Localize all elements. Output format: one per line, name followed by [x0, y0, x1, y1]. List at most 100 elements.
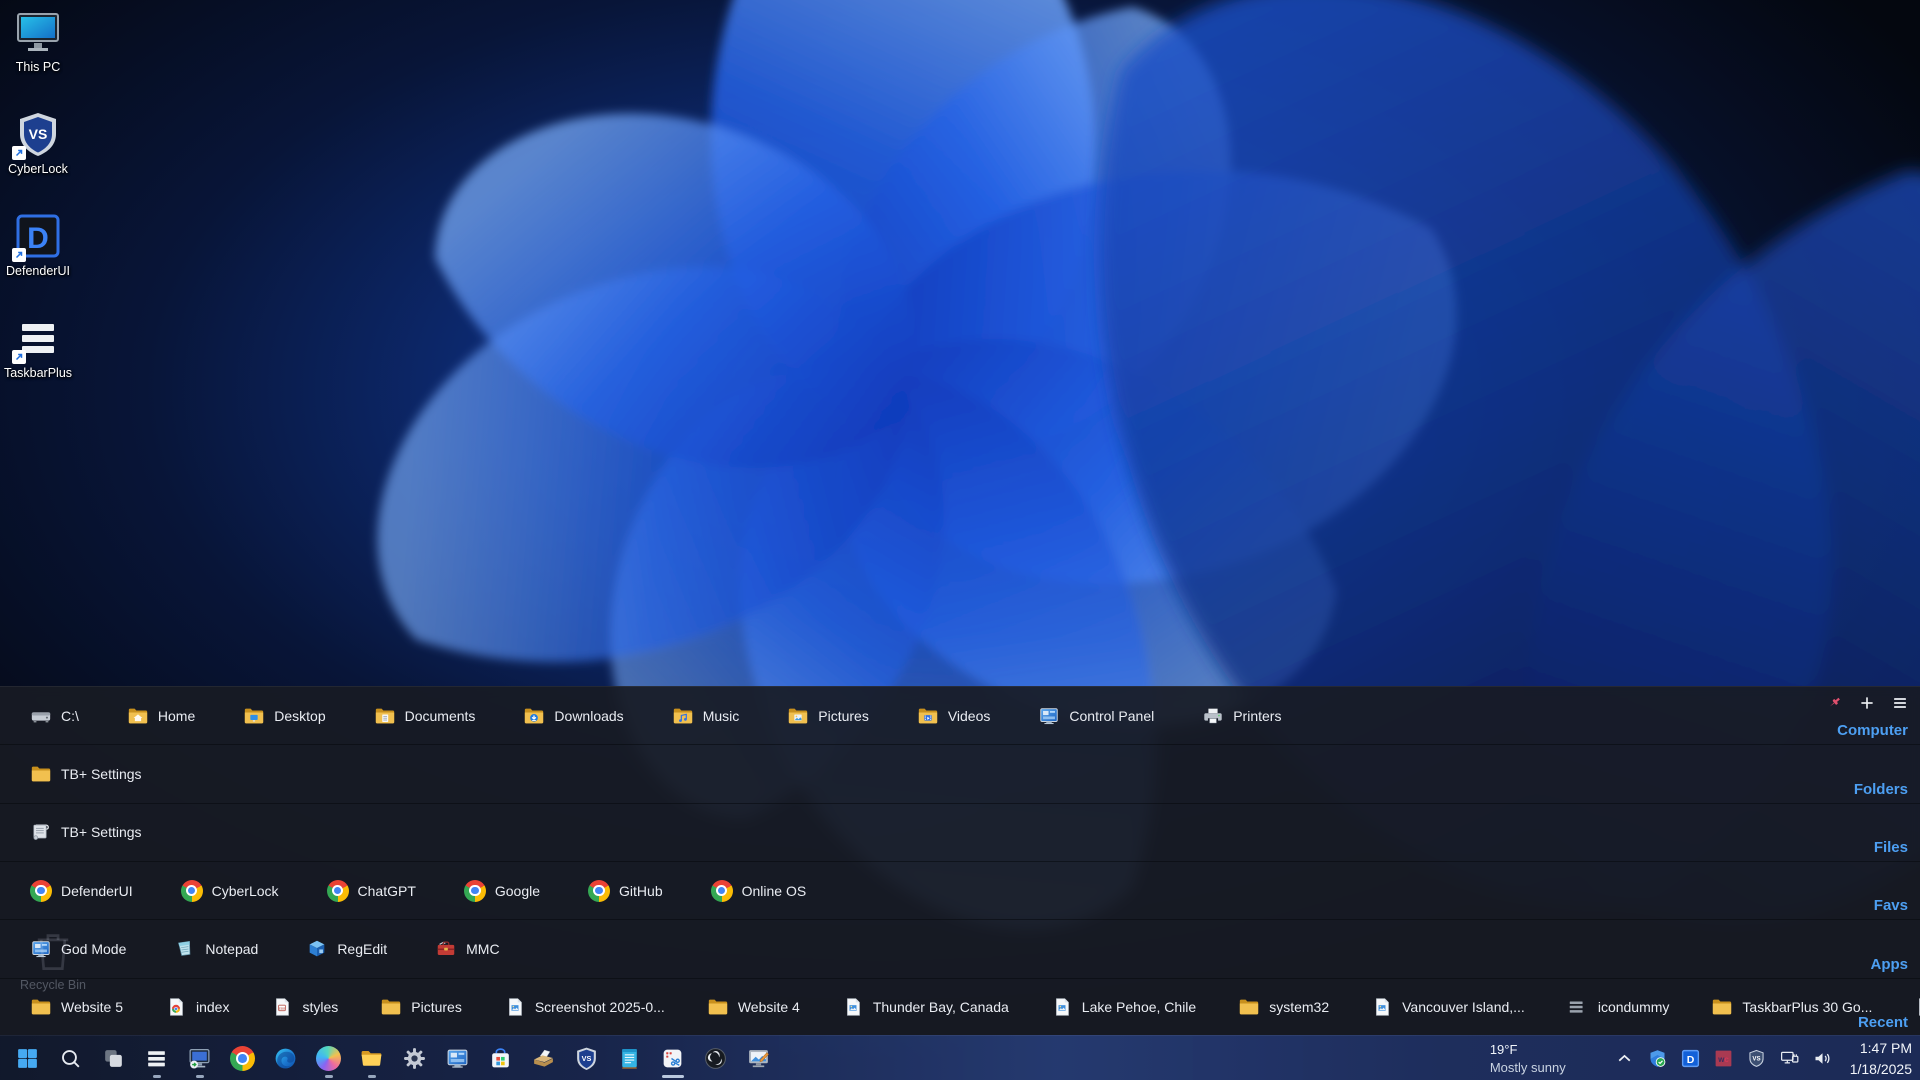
cyberlock-desktop-icon[interactable]: VSCyberLock: [2, 110, 74, 176]
desktop-folder[interactable]: Desktop: [243, 705, 325, 727]
recent-vancouver-island[interactable]: Vancouver Island,...: [1371, 996, 1525, 1018]
windows-security-button[interactable]: [1645, 1043, 1671, 1075]
category-label-apps[interactable]: Apps: [1871, 956, 1909, 973]
desktop-icon-label: This PC: [16, 60, 60, 74]
cyberlock-app-taskbar-button[interactable]: VS: [567, 1038, 607, 1079]
volume-tray-button[interactable]: [1810, 1043, 1836, 1075]
recent-icondummy[interactable]: icondummy: [1567, 996, 1670, 1018]
fav-defenderui[interactable]: DefenderUI: [30, 880, 133, 902]
fav-chatgpt[interactable]: ChatGPT: [327, 880, 416, 902]
folder-videos-icon: [917, 705, 939, 727]
item-label: index: [196, 999, 229, 1015]
recent-taskbarplus-30[interactable]: TaskbarPlus 30 Go...: [1711, 996, 1872, 1018]
control-panel-app-taskbar-button[interactable]: [438, 1038, 478, 1079]
taskbarplus-desktop-icon[interactable]: TaskbarPlus: [2, 314, 74, 380]
panel-row-computer: C:\ Home Desktop Documents Downloads Music Pic…: [0, 687, 1920, 745]
this-pc-desktop-icon[interactable]: This PC: [2, 8, 74, 74]
recent-styles[interactable]: cssstyles: [271, 996, 338, 1018]
recent-email[interactable]: email: [1914, 996, 1920, 1018]
fav-cyberlock[interactable]: CyberLock: [181, 880, 279, 902]
pc-transfer-taskbar-button[interactable]: [180, 1038, 220, 1079]
downloads-folder[interactable]: Downloads: [523, 705, 623, 727]
obs-studio-taskbar-button[interactable]: [696, 1038, 736, 1079]
add-item-button[interactable]: [1857, 693, 1877, 713]
paint-icon: [746, 1046, 771, 1071]
control-panel[interactable]: Control Panel: [1038, 705, 1154, 727]
god-mode[interactable]: God Mode: [30, 938, 126, 960]
item-label: Screenshot 2025-0...: [535, 999, 665, 1015]
clock[interactable]: 1:47 PM 1/18/2025: [1850, 1038, 1912, 1079]
tbplus-settings-file[interactable]: TB+ Settings: [30, 821, 142, 843]
paint-taskbar-button[interactable]: [739, 1038, 779, 1079]
pin-panel-button[interactable]: [1824, 693, 1844, 713]
drive-c[interactable]: C:\: [30, 705, 79, 727]
hamburger-icon: [1891, 694, 1909, 712]
tray-chevron-up-button[interactable]: [1612, 1043, 1638, 1075]
category-label-favs[interactable]: Favs: [1874, 897, 1908, 914]
fav-google[interactable]: Google: [464, 880, 540, 902]
home-folder[interactable]: Home: [127, 705, 195, 727]
notepad-app-taskbar-button[interactable]: [610, 1038, 650, 1079]
printers[interactable]: Printers: [1202, 705, 1281, 727]
weather-widget[interactable]: 19°F Mostly sunny: [1490, 1041, 1566, 1076]
row-items: God Mode Notepad RegEdit MMC: [0, 920, 1920, 977]
network-tray-button[interactable]: [1777, 1043, 1803, 1075]
running-indicator: [662, 1075, 684, 1078]
recent-website-5[interactable]: Website 5: [30, 996, 123, 1018]
settings-taskbar-button[interactable]: [395, 1038, 435, 1079]
monitor-icon: [14, 8, 62, 56]
start-taskbar-button[interactable]: [8, 1038, 48, 1079]
item-label: TB+ Settings: [61, 824, 142, 840]
notepad[interactable]: Notepad: [174, 938, 258, 960]
folder-icon: [1711, 996, 1733, 1018]
chrome-taskbar-button[interactable]: [223, 1038, 263, 1079]
easy-transfer-taskbar-button[interactable]: [524, 1038, 564, 1079]
mmc[interactable]: MMC: [435, 938, 499, 960]
taskbarplus-app-taskbar-button[interactable]: [137, 1038, 177, 1079]
regedit[interactable]: RegEdit: [306, 938, 387, 960]
item-label: MMC: [466, 941, 499, 957]
item-label: Pictures: [411, 999, 462, 1015]
task-view-taskbar-button[interactable]: [94, 1038, 134, 1079]
copilot-taskbar-button[interactable]: [309, 1038, 349, 1079]
tbplus-settings-folder[interactable]: TB+ Settings: [30, 763, 142, 785]
file-image-icon: [1371, 996, 1393, 1018]
fav-github[interactable]: GitHub: [588, 880, 663, 902]
videos-folder[interactable]: Videos: [917, 705, 991, 727]
panel-row-folders: TB+ Settings Folders: [0, 745, 1920, 803]
recent-screenshot[interactable]: Screenshot 2025-0...: [504, 996, 665, 1018]
category-label-files[interactable]: Files: [1874, 839, 1908, 856]
item-label: God Mode: [61, 941, 126, 957]
defenderui-tray-button[interactable]: D: [1678, 1043, 1704, 1075]
recent-thunder-bay[interactable]: Thunder Bay, Canada: [842, 996, 1009, 1018]
cyberlock-tray-button[interactable]: VS: [1744, 1043, 1770, 1075]
music-folder[interactable]: Music: [672, 705, 740, 727]
item-label: ChatGPT: [358, 883, 416, 899]
item-label: Notepad: [205, 941, 258, 957]
recent-system32[interactable]: system32: [1238, 996, 1329, 1018]
documents-folder[interactable]: Documents: [374, 705, 476, 727]
pictures-folder[interactable]: Pictures: [787, 705, 869, 727]
category-label-recent[interactable]: Recent: [1858, 1014, 1908, 1031]
edge-taskbar-button[interactable]: [266, 1038, 306, 1079]
desktop-icon-area: This PC VSCyberLock DDefenderUI TaskbarPlus: [0, 0, 110, 700]
wincompose-tray-button[interactable]: wc: [1711, 1043, 1737, 1075]
search-taskbar-button[interactable]: [51, 1038, 91, 1079]
recent-pictures[interactable]: Pictures: [380, 996, 462, 1018]
defenderui-desktop-icon[interactable]: DDefenderUI: [2, 212, 74, 278]
notepad-app-icon: [617, 1046, 642, 1071]
chrome-icon: [30, 880, 52, 902]
snipping-tool-taskbar-button[interactable]: [653, 1038, 693, 1079]
file-explorer-taskbar-button[interactable]: [352, 1038, 392, 1079]
recent-lake-pehoe[interactable]: Lake Pehoe, Chile: [1051, 996, 1196, 1018]
recent-index[interactable]: index: [165, 996, 229, 1018]
notepad-icon: [174, 938, 196, 960]
category-label-computer[interactable]: Computer: [1837, 722, 1908, 739]
fav-online-os[interactable]: Online OS: [711, 880, 807, 902]
microsoft-store-taskbar-button[interactable]: [481, 1038, 521, 1079]
item-label: Website 4: [738, 999, 800, 1015]
recent-website-4[interactable]: Website 4: [707, 996, 800, 1018]
category-label-folders[interactable]: Folders: [1854, 781, 1908, 798]
row-items: C:\ Home Desktop Documents Downloads Music Pic…: [0, 687, 1920, 744]
panel-menu-button[interactable]: [1890, 693, 1910, 713]
